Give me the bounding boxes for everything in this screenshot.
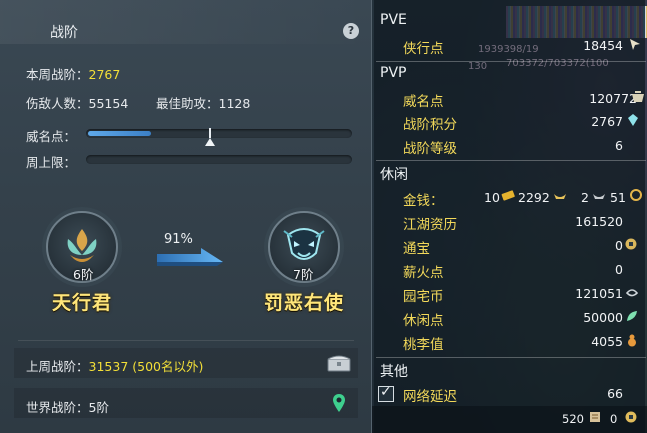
fame-label: 威名点： xyxy=(26,129,77,144)
section-leisure: 休闲 xyxy=(380,167,408,183)
stat-label: 侠行点 xyxy=(403,41,444,57)
location-pin-icon[interactable] xyxy=(332,393,346,413)
scroll-icon xyxy=(590,412,600,422)
stat-value: 6 xyxy=(615,138,623,153)
silver-ingot-icon xyxy=(554,194,566,199)
section-pve: PVE xyxy=(380,12,407,28)
bg-number: 1939398/19 xyxy=(478,44,539,55)
coin-icon xyxy=(625,411,637,423)
world-rank-label: 世界战阶： xyxy=(26,400,89,415)
stat-label: 通宝 xyxy=(403,241,430,257)
last-week-rank: 上周战阶：31537 (500名以外) xyxy=(26,356,203,375)
money-silver: 2292 xyxy=(518,190,550,205)
money-copper: 2 xyxy=(581,190,589,205)
money-label: 金钱： xyxy=(403,193,444,209)
bg-number: 130 xyxy=(468,61,488,72)
latency-label: 网络延迟 xyxy=(403,389,457,405)
help-icon[interactable]: ? xyxy=(343,23,359,39)
bg-number: 703372/703372(100 xyxy=(506,58,609,69)
stat-value: 0 xyxy=(615,262,623,277)
stat-value: 18454 xyxy=(583,38,623,53)
coin-icon xyxy=(630,189,642,201)
bottom-value-b: 0 xyxy=(610,412,618,426)
stat-label: 江湖资历 xyxy=(403,217,457,233)
latency-value: 66 xyxy=(607,386,623,401)
stat-value: 50000 xyxy=(583,310,623,325)
fame-progress-bar xyxy=(86,129,352,138)
stat-value: 4055 xyxy=(591,334,623,349)
current-rank-name: 天行君 xyxy=(52,292,113,314)
stat-label: 战阶积分 xyxy=(403,117,457,133)
section-divider xyxy=(376,357,646,358)
fame-progress-fill xyxy=(88,131,151,136)
stat-value: 161520 xyxy=(575,214,623,229)
assist-value: 1128 xyxy=(218,96,251,111)
weekly-rank-label: 本周战阶： xyxy=(26,67,89,82)
weekly-rank-value: 2767 xyxy=(88,67,121,82)
hurt-label: 伤敌人数： xyxy=(26,96,89,111)
hurt-value: 55154 xyxy=(88,96,129,111)
next-rank-name: 罚恶右使 xyxy=(264,292,345,314)
chest-icon[interactable] xyxy=(327,354,351,372)
weekly-cap-bar xyxy=(86,155,352,164)
tongbao-coin-icon xyxy=(625,238,637,250)
pointer-icon xyxy=(630,39,640,50)
section-pvp: PVP xyxy=(380,65,407,81)
copper-ingot-icon xyxy=(593,194,605,199)
bottom-bar xyxy=(372,406,647,433)
progress-percent: 91% xyxy=(164,232,193,247)
bottom-value-a: 520 xyxy=(562,412,584,426)
leaf-icon xyxy=(627,311,637,321)
current-tier: 6阶 xyxy=(73,267,94,282)
last-week-value: 31537 (500名以外) xyxy=(88,359,204,374)
money-extra: 51 xyxy=(610,190,626,205)
stat-label: 战阶等级 xyxy=(403,141,457,157)
stat-value: 120772 xyxy=(589,91,637,106)
assist-label: 最佳助攻： xyxy=(156,96,219,111)
rank-panel: 战阶 ? 本周战阶：2767 伤敌人数：55154 最佳助攻：1128 威名点：… xyxy=(0,0,372,433)
divider xyxy=(18,340,354,341)
section-divider xyxy=(376,160,646,161)
stat-label: 薪火点 xyxy=(403,265,444,281)
world-rank: 世界战阶：5阶 xyxy=(26,397,109,416)
cap-marker-arrow-icon xyxy=(205,138,215,146)
stat-value: 2767 xyxy=(591,114,623,129)
currency-panel: 1939398/19 703372/703372(100 130 PVE 侠行点… xyxy=(372,0,647,433)
latency-checkbox[interactable] xyxy=(378,384,394,402)
panel-title: 战阶 xyxy=(50,25,78,41)
stat-label: 园宅币 xyxy=(403,289,444,305)
gourd-icon xyxy=(628,334,636,347)
stat-value: 121051 xyxy=(575,286,623,301)
section-other: 其他 xyxy=(380,364,408,380)
section-divider xyxy=(376,61,646,62)
last-week-label: 上周战阶： xyxy=(26,359,89,374)
rank-points-icon xyxy=(628,114,638,126)
fame-icon xyxy=(632,91,644,102)
world-rank-value: 5阶 xyxy=(88,400,109,415)
stat-label: 休闲点 xyxy=(403,313,444,329)
weekly-rank: 本周战阶：2767 xyxy=(26,64,120,83)
money-gold: 10 xyxy=(484,190,500,205)
gold-ingot-icon xyxy=(501,190,515,201)
weekly-cap-label: 周上限： xyxy=(26,155,77,170)
stat-label: 威名点 xyxy=(403,94,444,110)
best-assist: 最佳助攻：1128 xyxy=(156,93,250,112)
house-coin-icon xyxy=(625,289,639,297)
right-arrow-icon xyxy=(157,248,223,266)
stat-label: 桃李值 xyxy=(403,337,444,353)
stat-value: 0 xyxy=(615,238,623,253)
next-tier: 7阶 xyxy=(293,267,314,282)
hurt-count: 伤敌人数：55154 xyxy=(26,93,128,112)
weekly-cap-marker xyxy=(209,128,211,138)
